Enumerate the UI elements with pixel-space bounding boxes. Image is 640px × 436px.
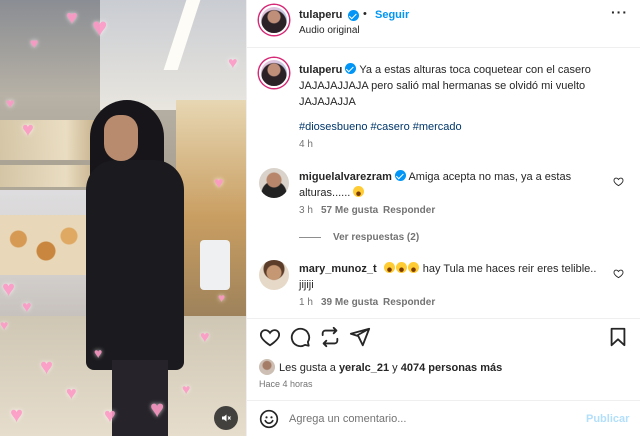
heart-sticker-icon: ♥ <box>218 291 226 305</box>
caption-username[interactable]: tulaperu <box>299 64 342 76</box>
verified-badge-icon <box>345 63 357 74</box>
heart-sticker-icon: ♥ <box>94 345 103 361</box>
like-comment-heart-icon[interactable] <box>613 268 624 279</box>
repost-icon[interactable] <box>319 326 341 348</box>
reply-button[interactable]: Responder <box>383 297 435 308</box>
comment-avatar[interactable] <box>259 260 289 290</box>
speaker-muted-icon <box>222 414 231 422</box>
instagram-post-modal: ♥ ♥ ♥ ♥ ♥ ♥ ♥ ♥ ♥ ♥ ♥ ♥ ♥ ♥ ♥ ♥ ♥ ♥ ♥ tu… <box>0 0 640 436</box>
verified-badge-icon <box>395 170 406 181</box>
actions-divider <box>247 318 640 319</box>
comment-username[interactable]: mary_munoz_t <box>299 263 377 275</box>
liker-avatar[interactable] <box>259 359 275 375</box>
replies-divider <box>299 237 321 238</box>
heart-sticker-icon: ♥ <box>214 175 224 192</box>
heart-sticker-icon: ♥ <box>0 317 9 333</box>
caption-text: Ya a estas alturas toca coquetear con el… <box>299 64 591 108</box>
like-heart-icon[interactable] <box>259 326 281 348</box>
more-options-icon[interactable]: ··· <box>611 4 628 20</box>
like-comment-heart-icon[interactable] <box>613 176 624 187</box>
liker-username[interactable]: yeralc_21 <box>339 362 389 374</box>
comment-likes[interactable]: 39 Me gusta <box>321 297 378 308</box>
heart-sticker-icon: ♥ <box>30 35 39 51</box>
publish-button[interactable]: Publicar <box>586 413 629 425</box>
save-bookmark-icon[interactable] <box>607 326 629 348</box>
comment-composer: Publicar <box>247 400 640 436</box>
heart-sticker-icon: ♥ <box>6 95 15 111</box>
likes-summary: Les gusta a yeralc_21 y 4074 personas má… <box>279 362 502 374</box>
heart-sticker-icon: ♥ <box>22 299 32 316</box>
caption-avatar[interactable] <box>259 58 289 88</box>
heart-sticker-icon: ♥ <box>2 276 16 301</box>
comment-input[interactable] <box>289 411 569 427</box>
comment-bubble-icon[interactable] <box>289 326 311 348</box>
laughing-emoji-icon <box>353 186 365 197</box>
smiley-icon[interactable] <box>259 409 279 429</box>
likes-count[interactable]: 4074 personas más <box>401 362 503 374</box>
mute-button[interactable] <box>214 406 238 430</box>
likes-prefix: Les gusta a <box>279 362 336 374</box>
caption-time: 4 h <box>299 139 313 150</box>
heart-sticker-icon: ♥ <box>150 396 165 423</box>
heart-sticker-icon: ♥ <box>66 7 78 29</box>
heart-sticker-icon: ♥ <box>104 405 116 427</box>
verified-badge-icon <box>348 10 359 21</box>
comment-avatar[interactable] <box>259 168 289 198</box>
post-header: tulaperu • Seguir Audio original ··· <box>247 0 640 48</box>
laughing-emoji-icon <box>395 262 407 273</box>
heart-sticker-icon: ♥ <box>10 402 24 427</box>
heart-sticker-icon: ♥ <box>22 119 34 141</box>
separator-dot: • <box>363 8 367 20</box>
comment-likes[interactable]: 57 Me gusta <box>321 205 378 216</box>
comment: miguelalvarezram Amiga acepta no mas, ya… <box>299 169 599 201</box>
share-send-icon[interactable] <box>349 326 371 348</box>
view-replies-button[interactable]: Ver respuestas (2) <box>333 232 419 243</box>
heart-sticker-icon: ♥ <box>200 329 210 346</box>
heart-sticker-icon: ♥ <box>228 55 238 72</box>
follow-button[interactable]: Seguir <box>375 9 409 21</box>
audio-label[interactable]: Audio original <box>299 25 360 36</box>
laughing-emoji-icon <box>383 262 395 273</box>
caption: tulaperu Ya a estas alturas toca coquete… <box>299 62 619 110</box>
comment-username[interactable]: miguelalvarezram <box>299 171 392 183</box>
comment-time: 1 h <box>299 297 313 308</box>
author-username[interactable]: tulaperu <box>299 9 342 21</box>
post-details-panel: tulaperu • Seguir Audio original ··· tul… <box>246 0 640 436</box>
laughing-emoji-icon <box>407 262 419 273</box>
comment: mary_munoz_t hay Tula me haces reir eres… <box>299 261 599 293</box>
comment-time: 3 h <box>299 205 313 216</box>
posted-time: Hace 4 horas <box>259 379 313 389</box>
heart-sticker-icon: ♥ <box>66 383 77 403</box>
heart-sticker-icon: ♥ <box>92 12 108 42</box>
author-avatar[interactable] <box>259 5 289 35</box>
heart-sticker-icon: ♥ <box>40 354 54 379</box>
caption-hashtags[interactable]: #diosesbueno #casero #mercado <box>299 119 462 135</box>
reply-button[interactable]: Responder <box>383 205 435 216</box>
likes-connector: y <box>392 362 398 374</box>
post-video[interactable]: ♥ ♥ ♥ ♥ ♥ ♥ ♥ ♥ ♥ ♥ ♥ ♥ ♥ ♥ ♥ ♥ ♥ ♥ ♥ <box>0 0 246 436</box>
heart-sticker-icon: ♥ <box>182 381 191 397</box>
